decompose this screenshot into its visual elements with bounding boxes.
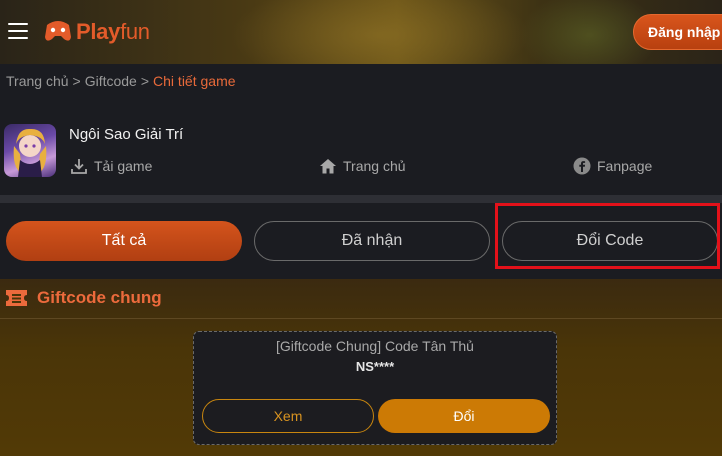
giftcode-section: Giftcode chung [Giftcode Chung] Code Tân… — [0, 279, 722, 456]
breadcrumb: Trang chủ > Giftcode > Chi tiết game — [6, 73, 236, 89]
breadcrumb-separator: > — [72, 73, 81, 89]
giftcode-name: [Giftcode Chung] Code Tân Thủ — [276, 338, 474, 354]
hamburger-menu-icon[interactable] — [8, 23, 28, 41]
breadcrumb-giftcode[interactable]: Giftcode — [85, 73, 137, 89]
logo-text: Playfun — [76, 19, 150, 44]
download-game-label: Tải game — [94, 158, 153, 174]
download-icon — [71, 159, 87, 174]
breadcrumb-home[interactable]: Trang chủ — [6, 73, 69, 89]
section-divider — [0, 195, 722, 203]
section-title: Giftcode chung — [37, 288, 162, 307]
facebook-icon — [573, 157, 591, 175]
fanpage-link[interactable]: Fanpage — [573, 157, 652, 175]
giftcode-card: [Giftcode Chung] Code Tân Thủ NS**** Xem… — [193, 331, 557, 445]
breadcrumb-separator: > — [140, 73, 150, 89]
playfun-logo[interactable]: Playfun — [44, 15, 150, 49]
home-icon — [320, 159, 336, 174]
game-avatar — [4, 124, 56, 177]
homepage-label: Trang chủ — [343, 158, 406, 174]
game-title: Ngôi Sao Giải Trí — [69, 126, 184, 143]
gamepad-logo-icon — [45, 21, 71, 41]
tab-all[interactable]: Tất cả — [6, 221, 242, 261]
homepage-link[interactable]: Trang chủ — [319, 157, 406, 175]
redeem-button[interactable]: Đổi — [378, 399, 550, 433]
view-button[interactable]: Xem — [202, 399, 374, 433]
game-avatar-image — [13, 128, 47, 177]
download-game-link[interactable]: Tải game — [70, 157, 152, 175]
top-header: Playfun Đăng nhập — [0, 0, 722, 64]
ticket-icon — [6, 290, 27, 306]
giftcode-code: NS**** — [355, 359, 395, 374]
fanpage-label: Fanpage — [597, 158, 653, 174]
tab-redeem-code[interactable]: Đổi Code — [502, 221, 718, 261]
login-button[interactable]: Đăng nhập — [633, 14, 722, 50]
tab-received[interactable]: Đã nhận — [254, 221, 490, 261]
section-header: Giftcode chung — [0, 279, 722, 319]
breadcrumb-current: Chi tiết game — [153, 73, 236, 89]
